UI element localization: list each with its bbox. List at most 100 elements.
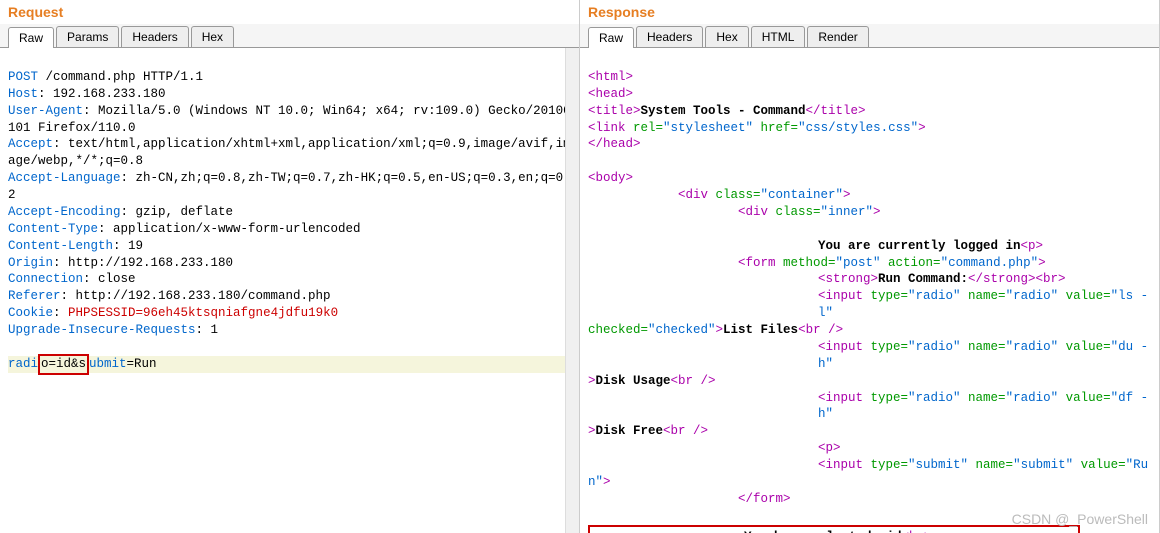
- a-name1: name=: [961, 289, 1006, 303]
- watermark: CSDN @_PowerShell: [1012, 511, 1148, 527]
- tag-div: <div: [678, 188, 708, 202]
- hdr-cookie: Cookie: [8, 306, 53, 320]
- tag-title-o: <title>: [588, 104, 641, 118]
- tab-html-resp[interactable]: HTML: [751, 26, 806, 47]
- tag-html: <html>: [588, 70, 633, 84]
- hdr-host-v: : 192.168.233.180: [38, 87, 166, 101]
- a-val3: value=: [1058, 391, 1111, 405]
- v-name2: "radio": [1006, 340, 1059, 354]
- hdr-accept: Accept: [8, 137, 53, 151]
- tab-params[interactable]: Params: [56, 26, 119, 47]
- attr-rel-v: "stylesheet": [663, 121, 753, 135]
- title-text: System Tools - Command: [641, 104, 806, 118]
- tag-strong-c: </strong>: [968, 272, 1036, 286]
- hdr-ua-v: : Mozilla/5.0 (Windows NT 10.0; Win64; x…: [8, 104, 571, 135]
- tag-link: <link: [588, 121, 626, 135]
- hdr-lang: Accept-Language: [8, 171, 121, 185]
- tab-raw[interactable]: Raw: [8, 27, 54, 48]
- attr-action: action=: [881, 256, 941, 270]
- br3: <br />: [663, 424, 708, 438]
- v-name3: "radio": [1006, 391, 1059, 405]
- attr-cmdphp: "command.php": [941, 256, 1039, 270]
- gt: >: [843, 188, 851, 202]
- tag-form: <form: [738, 256, 776, 270]
- hdr-enc-v: : gzip, deflate: [121, 205, 234, 219]
- tag-title-c: </title>: [806, 104, 866, 118]
- gt3: >: [1038, 256, 1046, 270]
- hdr-conn: Connection: [8, 272, 83, 286]
- body-radi: radi: [8, 357, 38, 371]
- v-radio2: "radio": [908, 340, 961, 354]
- hdr-conn-v: : close: [83, 272, 136, 286]
- v-submit: "submit": [908, 458, 968, 472]
- hdr-ref-v: : http://192.168.233.180/command.php: [61, 289, 331, 303]
- hdr-origin-v: : http://192.168.233.180: [53, 256, 233, 270]
- selected-text: You have selected: id: [744, 530, 902, 533]
- attr-href: href=: [753, 121, 798, 135]
- tab-raw-resp[interactable]: Raw: [588, 27, 634, 48]
- attr-post: "post": [836, 256, 881, 270]
- gt4: >: [716, 323, 724, 337]
- listfiles-text: List Files: [723, 323, 798, 337]
- body-ubmit: ubmit: [89, 357, 127, 371]
- a-name2: name=: [961, 340, 1006, 354]
- scrollbar[interactable]: [565, 48, 579, 533]
- attr-class: class=: [708, 188, 761, 202]
- hdr-upg: Upgrade-Insecure-Requests: [8, 323, 196, 337]
- gt6: >: [588, 424, 596, 438]
- tag-body: <body>: [588, 171, 633, 185]
- tag-strong: <strong>: [818, 272, 878, 286]
- injection-highlight: o=id&s: [38, 354, 89, 375]
- tab-headers[interactable]: Headers: [121, 26, 188, 47]
- body-box: o=id&s: [41, 357, 86, 371]
- hdr-origin: Origin: [8, 256, 53, 270]
- tab-headers-resp[interactable]: Headers: [636, 26, 703, 47]
- response-panel: Response Raw Headers Hex HTML Render <ht…: [580, 0, 1160, 533]
- tag-div2: <div: [738, 205, 768, 219]
- tag-input2: <input: [818, 340, 863, 354]
- v-chk: "checked": [648, 323, 716, 337]
- attr-class2: class=: [768, 205, 821, 219]
- a-type1: type=: [863, 289, 908, 303]
- a-type4: type=: [863, 458, 908, 472]
- a-type3: type=: [863, 391, 908, 405]
- v-radio3: "radio": [908, 391, 961, 405]
- response-title: Response: [580, 0, 1159, 24]
- br4: <br>: [902, 530, 932, 533]
- v-submit-n: "submit": [1013, 458, 1073, 472]
- a-name4: name=: [968, 458, 1013, 472]
- tag-head: <head>: [588, 87, 633, 101]
- hdr-accept-v: : text/html,application/xhtml+xml,applic…: [8, 137, 571, 168]
- method: POST: [8, 70, 38, 84]
- attr-rel: rel=: [626, 121, 664, 135]
- diskusage-text: Disk Usage: [596, 374, 671, 388]
- a-val2: value=: [1058, 340, 1111, 354]
- tag-input4: <input: [818, 458, 863, 472]
- tag-br: <br>: [1036, 272, 1066, 286]
- hdr-upg-v: : 1: [196, 323, 219, 337]
- request-body-line: radio=id&submit=Run: [8, 356, 571, 373]
- runcmd-text: Run Command:: [878, 272, 968, 286]
- tab-render-resp[interactable]: Render: [807, 26, 868, 47]
- result-highlight: You have selected: id<br> <br /><pre>uid…: [588, 525, 1080, 533]
- response-content[interactable]: <html> <head> <title>System Tools - Comm…: [580, 48, 1159, 533]
- request-panel: Request Raw Params Headers Hex POST /com…: [0, 0, 580, 533]
- hdr-ct-v: : application/x-www-form-urlencoded: [98, 222, 361, 236]
- v-name1: "radio": [1006, 289, 1059, 303]
- hdr-cookie-sep: :: [53, 306, 68, 320]
- tab-hex[interactable]: Hex: [191, 26, 234, 47]
- tag-p: <p>: [1021, 239, 1044, 253]
- a-val1: value=: [1058, 289, 1111, 303]
- tag-form-c: </form>: [738, 492, 791, 506]
- request-content[interactable]: POST /command.php HTTP/1.1 Host: 192.168…: [0, 48, 579, 533]
- hdr-cl: Content-Length: [8, 239, 113, 253]
- tab-hex-resp[interactable]: Hex: [705, 26, 748, 47]
- hdr-host: Host: [8, 87, 38, 101]
- hdr-ref: Referer: [8, 289, 61, 303]
- request-tabs: Raw Params Headers Hex: [0, 24, 579, 48]
- tag-p2: <p>: [818, 441, 841, 455]
- tag-close: >: [918, 121, 926, 135]
- body-run: =Run: [127, 357, 157, 371]
- attr-method: method=: [776, 256, 836, 270]
- diskfree-text: Disk Free: [596, 424, 664, 438]
